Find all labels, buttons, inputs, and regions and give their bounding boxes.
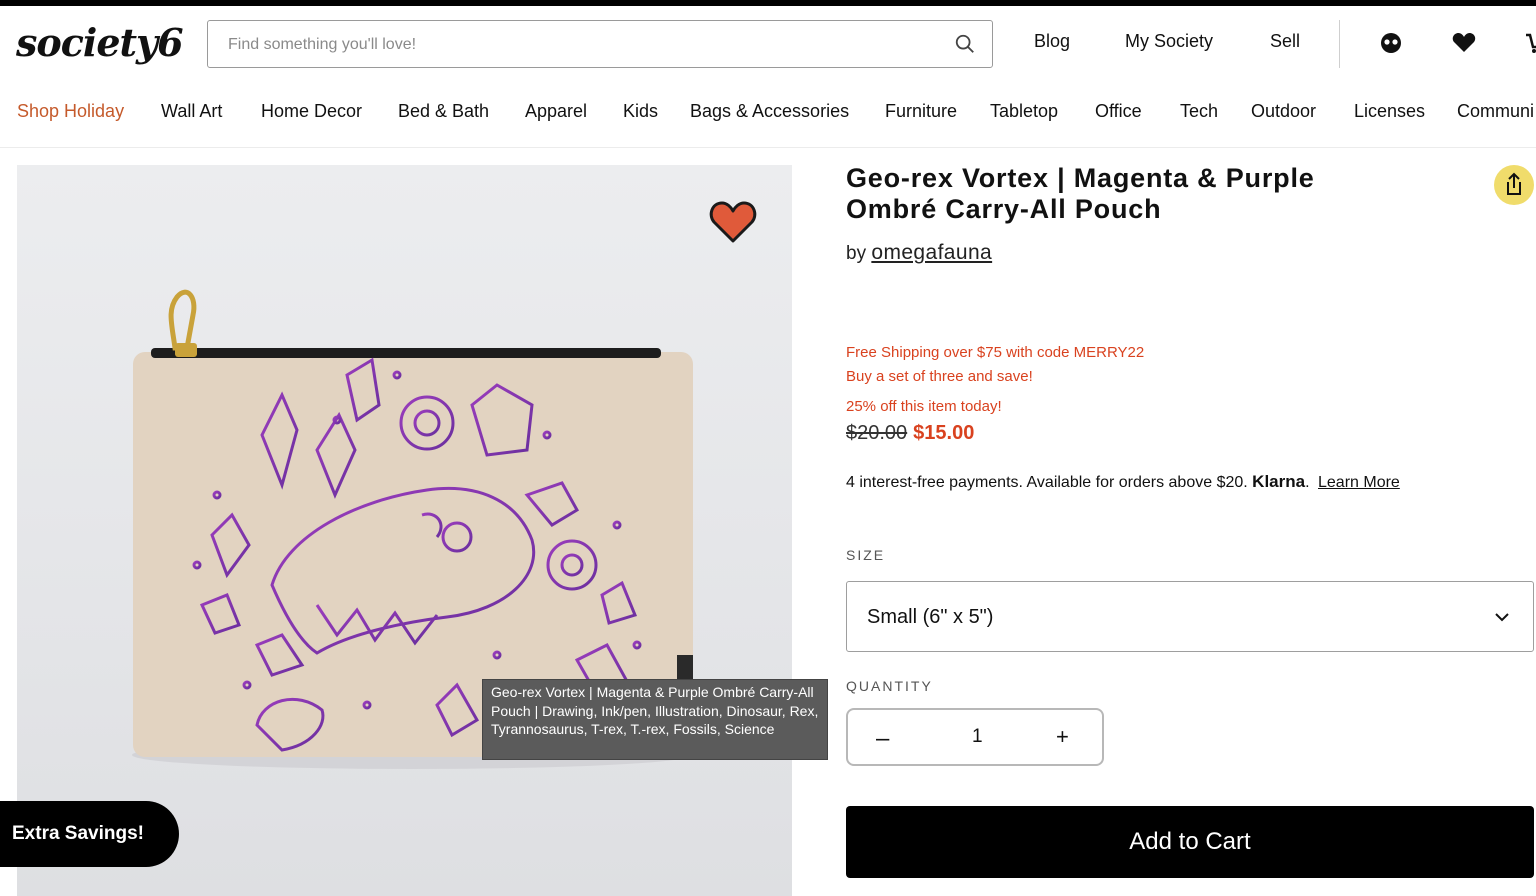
blog-link[interactable]: Blog	[1034, 31, 1070, 52]
quantity-label: QUANTITY	[846, 678, 933, 694]
quantity-value[interactable]: 1	[972, 726, 983, 748]
nav-office[interactable]: Office	[1095, 101, 1142, 122]
product-title: Geo-rex Vortex | Magenta & Purple Ombré …	[846, 163, 1315, 224]
nav-bags-accessories[interactable]: Bags & Accessories	[690, 101, 849, 122]
klarna-info: 4 interest-free payments. Available for …	[846, 472, 1400, 492]
share-button[interactable]	[1494, 165, 1534, 205]
promo-free-shipping: Free Shipping over $75 with code MERRY22	[846, 344, 1145, 361]
chevron-down-icon	[1495, 613, 1509, 622]
nav-tabletop[interactable]: Tabletop	[990, 101, 1058, 122]
price: $20.00 $15.00	[846, 422, 974, 445]
artist-link[interactable]: omegafauna	[871, 241, 992, 264]
by-label: by	[846, 243, 867, 264]
klarna-period: .	[1305, 474, 1310, 491]
original-price: $20.00	[846, 422, 908, 444]
klarna-text: 4 interest-free payments. Available for …	[846, 474, 1248, 491]
nav-bed-bath[interactable]: Bed & Bath	[398, 101, 489, 122]
nav-licenses[interactable]: Licenses	[1354, 101, 1425, 122]
nav-community[interactable]: Communi	[1457, 101, 1534, 122]
increase-quantity-button[interactable]: +	[1056, 724, 1069, 750]
size-label: SIZE	[846, 547, 886, 563]
promo-set-of-three: Buy a set of three and save!	[846, 368, 1033, 385]
site-logo[interactable]: society6	[16, 20, 184, 65]
search-box[interactable]	[207, 20, 993, 69]
nav-furniture[interactable]: Furniture	[885, 101, 957, 122]
quantity-stepper[interactable]: – 1 +	[846, 708, 1104, 766]
product-image[interactable]	[17, 165, 792, 896]
cart-icon[interactable]	[1524, 30, 1536, 56]
pouch-illustration	[132, 289, 693, 769]
artist-byline: by omegafauna	[846, 241, 992, 265]
category-nav: Shop Holiday Wall Art Home Decor Bed & B…	[0, 86, 1536, 138]
account-icon[interactable]	[1378, 30, 1404, 56]
klarna-logo: Klarna	[1252, 472, 1306, 491]
learn-more-link[interactable]: Learn More	[1318, 474, 1400, 491]
sell-link[interactable]: Sell	[1270, 31, 1300, 52]
size-value: Small (6" x 5")	[867, 606, 994, 628]
nav-kids[interactable]: Kids	[623, 101, 658, 122]
decrease-quantity-button[interactable]: –	[876, 725, 889, 753]
image-tooltip: Geo-rex Vortex | Magenta & Purple Ombré …	[482, 679, 828, 760]
sale-price: $15.00	[913, 422, 975, 444]
nav-wall-art[interactable]: Wall Art	[161, 101, 222, 122]
size-select[interactable]: Small (6" x 5")	[846, 581, 1534, 652]
add-to-cart-button[interactable]: Add to Cart	[846, 806, 1534, 878]
search-icon[interactable]	[954, 33, 976, 55]
nav-apparel[interactable]: Apparel	[525, 101, 587, 122]
nav-shop-holiday[interactable]: Shop Holiday	[17, 101, 124, 122]
header-divider	[1339, 20, 1340, 68]
share-icon	[1507, 172, 1521, 195]
heart-icon[interactable]	[1451, 30, 1477, 56]
search-input[interactable]	[208, 21, 960, 69]
favorite-heart-icon[interactable]	[708, 198, 758, 246]
nav-home-decor[interactable]: Home Decor	[261, 101, 362, 122]
promo-discount: 25% off this item today!	[846, 398, 1002, 415]
nav-outdoor[interactable]: Outdoor	[1251, 101, 1316, 122]
extra-savings-banner[interactable]: Extra Savings!	[0, 801, 179, 867]
nav-divider	[0, 147, 1536, 148]
my-society-link[interactable]: My Society	[1125, 31, 1213, 52]
top-black-bar	[0, 0, 1536, 6]
nav-tech[interactable]: Tech	[1180, 101, 1218, 122]
